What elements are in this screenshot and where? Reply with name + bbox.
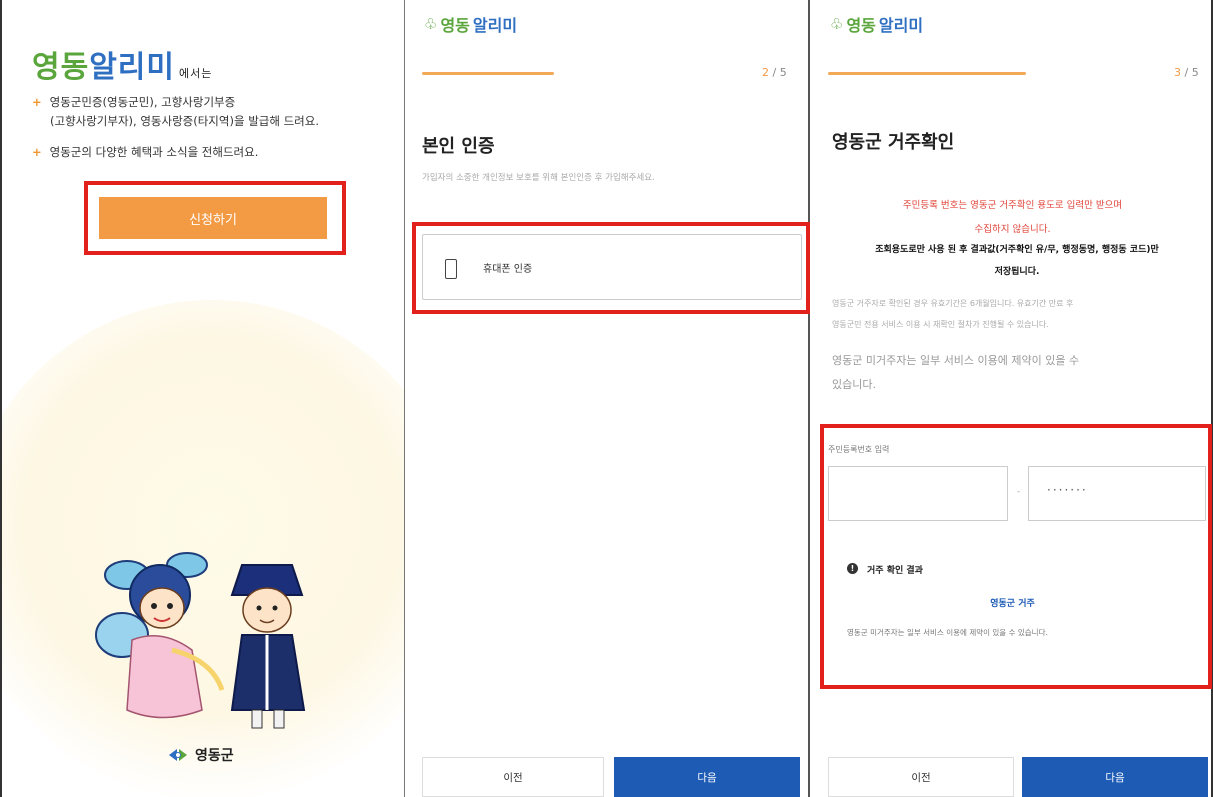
county-logo: 영동군 bbox=[167, 745, 234, 765]
app-logo: ♧ 영동 알리미 bbox=[830, 12, 923, 36]
highlight-box bbox=[84, 181, 346, 255]
brand-part2: 알리미 bbox=[89, 50, 176, 85]
bullet-text: (고향사랑기부자), 영동사랑증(타지역)을 발급해 드려요. bbox=[50, 114, 319, 128]
progress-bar bbox=[422, 72, 554, 75]
leaf-icon: ♧ bbox=[830, 15, 844, 33]
next-button[interactable]: 다음 bbox=[1022, 757, 1208, 797]
intro-panel: 영동알리미 에서는 + 영동군민증(영동군민), 고향사랑기부증 (고향사랑기부자)… bbox=[0, 0, 405, 797]
step-total: / 5 bbox=[1181, 66, 1199, 79]
bullet-text: 영동군민증(영동군민), 고향사랑기부증 bbox=[49, 95, 236, 109]
validity-note: 영동군 거주자로 확인된 경우 유효기간은 6개월입니다. 유효기간 만료 후 bbox=[832, 299, 1074, 308]
validity-note: 영동군민 전용 서비스 이용 시 재확인 절차가 진행될 수 있습니다. bbox=[832, 320, 1049, 329]
restriction-note: 있습니다. bbox=[832, 378, 876, 391]
step-total: / 5 bbox=[769, 66, 787, 79]
progress-bar bbox=[828, 72, 1026, 75]
bottom-navigation: 이전 다음 bbox=[406, 751, 808, 797]
step-indicator: 2 / 5 bbox=[762, 66, 787, 79]
logo-part2: 알리미 bbox=[472, 16, 518, 35]
logo-part1: 영동 bbox=[846, 16, 876, 35]
highlight-box bbox=[820, 424, 1212, 689]
step-indicator: 3 / 5 bbox=[1174, 66, 1199, 79]
privacy-notice-red: 주민등록 번호는 영동군 거주확인 용도로 입력만 받으며 bbox=[902, 200, 1123, 211]
privacy-notice-red: 수집하지 않습니다. bbox=[974, 224, 1051, 235]
page-subtitle: 가입자의 소중한 개인정보 보호를 위해 본인인증 후 가입해주세요. bbox=[422, 173, 655, 183]
prev-button[interactable]: 이전 bbox=[422, 757, 604, 797]
page-title: 영동군 거주확인 bbox=[832, 132, 955, 153]
bullet-item-2: + 영동군의 다양한 혜택과 소식을 전해드려요. bbox=[32, 143, 258, 162]
logo-part2: 알리미 bbox=[878, 16, 924, 35]
privacy-notice: 조회용도로만 사용 된 후 결과값(거주확인 유/무, 행정동명, 행정동 코드… bbox=[875, 245, 1159, 255]
mascot-illustration bbox=[95, 552, 306, 729]
brand-part1: 영동 bbox=[32, 50, 90, 85]
plus-icon: + bbox=[32, 95, 42, 109]
step-current: 2 bbox=[762, 66, 769, 79]
county-name: 영동군 bbox=[195, 748, 234, 764]
bullet-text: 영동군의 다양한 혜택과 소식을 전해드려요. bbox=[49, 145, 259, 159]
prev-button[interactable]: 이전 bbox=[828, 757, 1014, 797]
bottom-navigation: 이전 다음 bbox=[812, 751, 1211, 797]
plus-icon: + bbox=[32, 145, 42, 159]
next-button[interactable]: 다음 bbox=[614, 757, 800, 797]
app-logo: ♧ 영동 알리미 bbox=[424, 12, 517, 36]
page-title: 본인 인증 bbox=[422, 136, 495, 157]
brand-suffix: 에서는 bbox=[179, 67, 213, 80]
privacy-notice: 저장됩니다. bbox=[994, 267, 1040, 277]
highlight-box bbox=[412, 222, 810, 314]
county-emblem-icon bbox=[169, 749, 187, 761]
leaf-icon: ♧ bbox=[424, 15, 438, 33]
bullet-item-1: + 영동군민증(영동군민), 고향사랑기부증 (고향사랑기부자), 영동사랑증(타… bbox=[32, 93, 319, 131]
restriction-note: 영동군 미거주자는 일부 서비스 이용에 제약이 있을 수 bbox=[832, 354, 1080, 367]
verification-panel: ♧ 영동 알리미 2 / 5 본인 인증 가입자의 소중한 개인정보 보호를 위해 … bbox=[406, 0, 810, 797]
step-current: 3 bbox=[1174, 66, 1181, 79]
brand-title: 영동알리미 에서는 bbox=[32, 42, 212, 86]
logo-part1: 영동 bbox=[440, 16, 470, 35]
